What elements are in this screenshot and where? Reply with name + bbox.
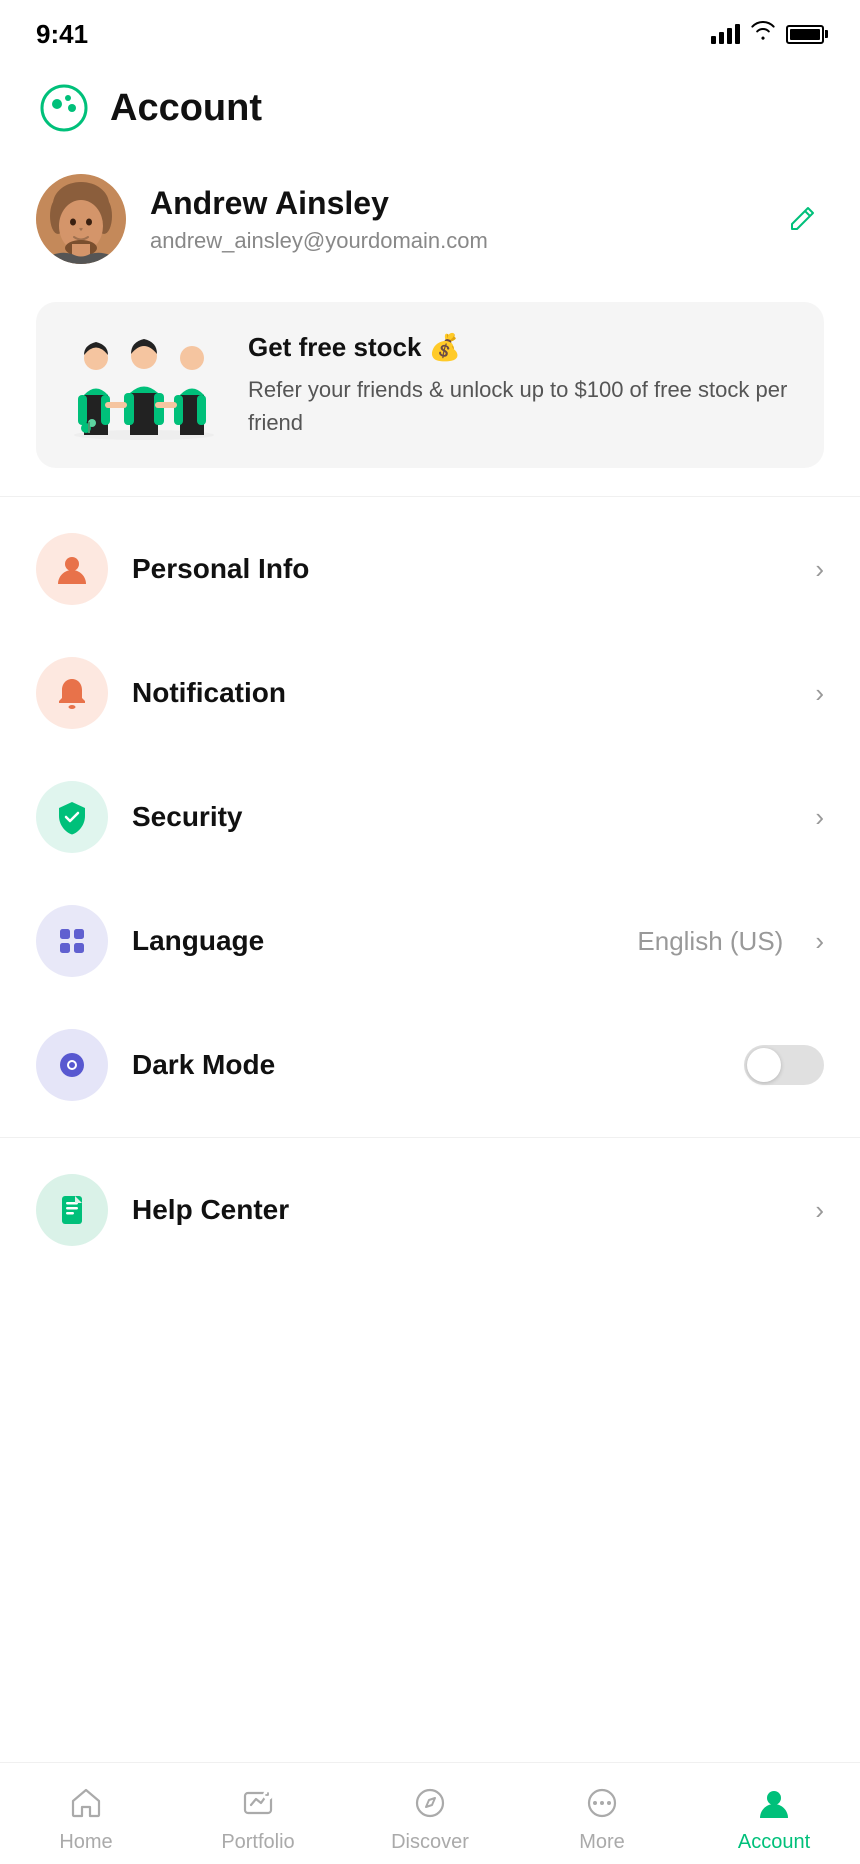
status-time: 9:41 <box>36 19 88 50</box>
profile-info: Andrew Ainsley andrew_ainsley@yourdomain… <box>150 185 780 254</box>
help-menu-list: Help Center › <box>0 1138 860 1282</box>
portfolio-icon <box>236 1781 280 1825</box>
security-icon-wrap <box>36 781 108 853</box>
profile-section: Andrew Ainsley andrew_ainsley@yourdomain… <box>0 146 860 292</box>
help-center-label: Help Center <box>132 1194 791 1226</box>
promo-title: Get free stock 💰 <box>248 332 796 363</box>
discover-nav-label: Discover <box>391 1831 469 1854</box>
security-label: Security <box>132 801 791 833</box>
more-icon <box>580 1781 624 1825</box>
app-logo <box>36 80 92 136</box>
dark-mode-toggle[interactable] <box>744 1045 824 1085</box>
promo-description: Refer your friends & unlock up to $100 o… <box>248 373 796 439</box>
more-nav-label: More <box>579 1831 625 1854</box>
promo-text: Get free stock 💰 Refer your friends & un… <box>248 332 796 439</box>
nav-item-portfolio[interactable]: Portfolio <box>198 1781 318 1854</box>
menu-item-security[interactable]: Security › <box>0 755 860 879</box>
help-center-chevron: › <box>815 1197 824 1223</box>
menu-list: Personal Info › Notification › Secur <box>0 497 860 1137</box>
language-chevron: › <box>815 928 824 954</box>
avatar <box>36 174 126 264</box>
help-center-icon-wrap <box>36 1174 108 1246</box>
promo-illustration <box>64 330 224 440</box>
account-icon <box>752 1781 796 1825</box>
profile-email: andrew_ainsley@yourdomain.com <box>150 228 780 254</box>
personal-info-label: Personal Info <box>132 553 791 585</box>
menu-item-help-center[interactable]: Help Center › <box>0 1148 860 1272</box>
menu-item-language[interactable]: Language English (US) › <box>0 879 860 1003</box>
notification-icon-wrap <box>36 657 108 729</box>
home-icon <box>64 1781 108 1825</box>
nav-item-discover[interactable]: Discover <box>370 1781 490 1854</box>
language-label: Language <box>132 925 613 957</box>
page-header: Account <box>0 60 860 146</box>
menu-item-notification[interactable]: Notification › <box>0 631 860 755</box>
menu-item-dark-mode[interactable]: Dark Mode <box>0 1003 860 1127</box>
wifi-icon <box>750 21 776 47</box>
language-value: English (US) <box>637 926 783 957</box>
account-nav-label: Account <box>738 1831 810 1854</box>
portfolio-nav-label: Portfolio <box>221 1831 294 1854</box>
nav-item-account[interactable]: Account <box>714 1781 834 1854</box>
dark-mode-label: Dark Mode <box>132 1049 720 1081</box>
notification-chevron: › <box>815 680 824 706</box>
personal-info-chevron: › <box>815 556 824 582</box>
profile-name: Andrew Ainsley <box>150 185 780 222</box>
page-title: Account <box>110 87 262 130</box>
promo-banner[interactable]: Get free stock 💰 Refer your friends & un… <box>36 302 824 468</box>
bottom-nav: Home Portfolio Discover <box>0 1762 860 1864</box>
dark-mode-icon-wrap <box>36 1029 108 1101</box>
language-icon-wrap <box>36 905 108 977</box>
battery-icon <box>786 25 824 44</box>
notification-label: Notification <box>132 677 791 709</box>
discover-icon <box>408 1781 452 1825</box>
menu-item-personal-info[interactable]: Personal Info › <box>0 507 860 631</box>
toggle-knob <box>747 1048 781 1082</box>
signal-icon <box>711 24 740 44</box>
nav-item-more[interactable]: More <box>542 1781 662 1854</box>
nav-item-home[interactable]: Home <box>26 1781 146 1854</box>
personal-info-icon-wrap <box>36 533 108 605</box>
status-icons <box>711 21 824 47</box>
edit-profile-button[interactable] <box>780 197 824 241</box>
home-nav-label: Home <box>59 1831 112 1854</box>
status-bar: 9:41 <box>0 0 860 60</box>
security-chevron: › <box>815 804 824 830</box>
